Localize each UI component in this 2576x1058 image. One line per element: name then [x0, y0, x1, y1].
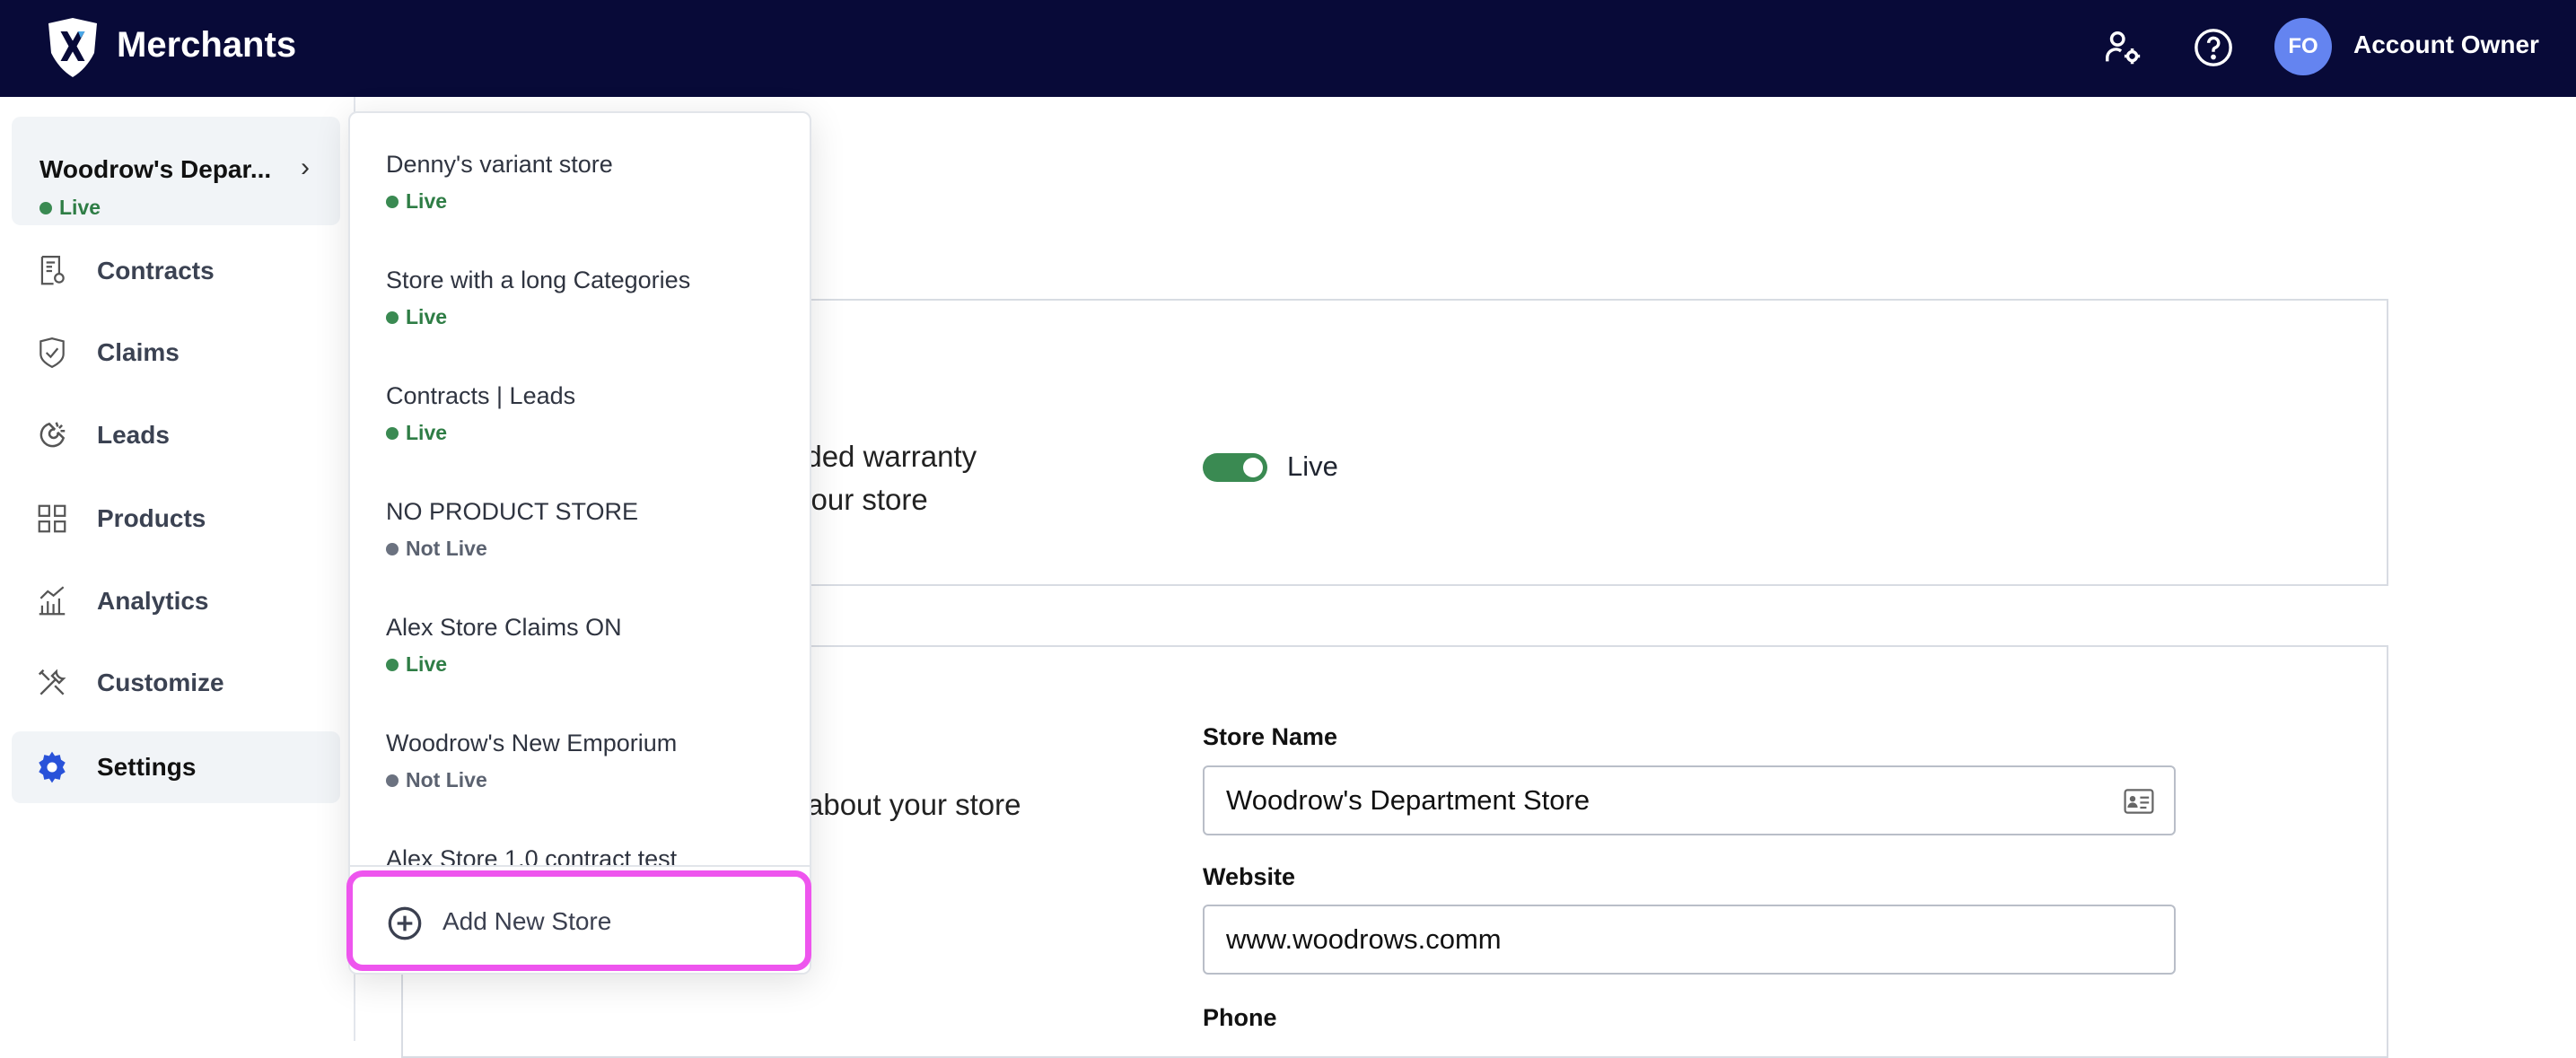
sidebar-item-analytics[interactable]: Analytics [12, 565, 340, 637]
plus-circle-icon [388, 906, 422, 940]
status-dot-icon [386, 195, 399, 208]
status-dot-icon [386, 426, 399, 440]
store-option[interactable]: Alex Store Claims ON Live [386, 614, 781, 677]
store-option[interactable]: Contracts | Leads Live [386, 382, 781, 445]
tools-icon [38, 669, 66, 695]
live-toggle[interactable] [1203, 453, 1267, 482]
contract-icon [40, 256, 65, 285]
info-description: about your store [807, 788, 1021, 821]
status-description: nded warranty your store [789, 440, 977, 516]
store-option[interactable]: Store with a long Categories Live [386, 267, 781, 329]
divider [350, 865, 810, 867]
sidebar-item-customize[interactable]: Customize [12, 647, 340, 719]
status-dot-icon [386, 774, 399, 787]
add-new-store-label: Add New Store [442, 907, 612, 935]
store-name-label: Store Name [1203, 723, 1338, 750]
sidebar-item-settings[interactable]: Settings [12, 731, 340, 803]
brand-title: Merchants [117, 25, 297, 65]
sidebar-item-label: Customize [97, 669, 224, 696]
user-settings-icon[interactable] [2102, 27, 2143, 68]
store-name-input[interactable]: Woodrow's Department Store [1203, 765, 2176, 835]
logo-icon [48, 18, 97, 77]
sidebar-item-label: Claims [97, 338, 180, 366]
chevron-right-icon: › [301, 153, 310, 182]
store-option[interactable]: NO PRODUCT STORE Not Live [386, 498, 781, 561]
status-dot-icon [386, 542, 399, 555]
magnet-icon [39, 422, 66, 448]
shield-check-icon [39, 337, 65, 369]
sidebar-item-leads[interactable]: Leads [12, 399, 340, 471]
website-input[interactable]: www.woodrows.comm [1203, 905, 2176, 975]
store-dropdown: Denny's variant store Live Store with a l… [348, 111, 811, 975]
sidebar: Woodrow's Depar... › Live Contracts Clai… [0, 97, 355, 1041]
store-option[interactable]: Woodrow's New Emporium Not Live [386, 730, 781, 792]
store-option[interactable]: Denny's variant store Live [386, 151, 781, 214]
avatar[interactable]: FO [2274, 18, 2332, 75]
chart-icon [39, 586, 66, 616]
help-icon[interactable] [2193, 27, 2234, 68]
sidebar-item-label: Products [97, 504, 206, 532]
contact-card-icon [2124, 789, 2154, 814]
sidebar-item-label: Settings [97, 753, 197, 781]
status-dot-icon [386, 658, 399, 671]
sidebar-item-contracts[interactable]: Contracts [12, 235, 340, 307]
sidebar-item-label: Contracts [97, 257, 215, 284]
grid-icon [38, 504, 66, 533]
sidebar-item-label: Analytics [97, 587, 209, 615]
sidebar-item-label: Leads [97, 421, 170, 449]
store-selector[interactable]: Woodrow's Depar... › Live [12, 117, 340, 225]
status-text: Live [59, 196, 101, 219]
add-new-store-button[interactable]: Add New Store [346, 870, 811, 971]
website-label: Website [1203, 863, 1296, 890]
current-store-name: Woodrow's Depar... [39, 155, 272, 183]
account-name[interactable]: Account Owner [2353, 31, 2539, 59]
toggle-label: Live [1287, 450, 1338, 482]
sidebar-item-products[interactable]: Products [12, 483, 340, 555]
top-bar: Merchants FO Account Owner [0, 0, 2576, 97]
sidebar-item-claims[interactable]: Claims [12, 317, 340, 389]
phone-label: Phone [1203, 1004, 1277, 1031]
status-dot-icon [39, 201, 52, 214]
status-dot-icon [386, 310, 399, 324]
gear-icon [39, 751, 66, 783]
store-status: Live [39, 196, 101, 220]
